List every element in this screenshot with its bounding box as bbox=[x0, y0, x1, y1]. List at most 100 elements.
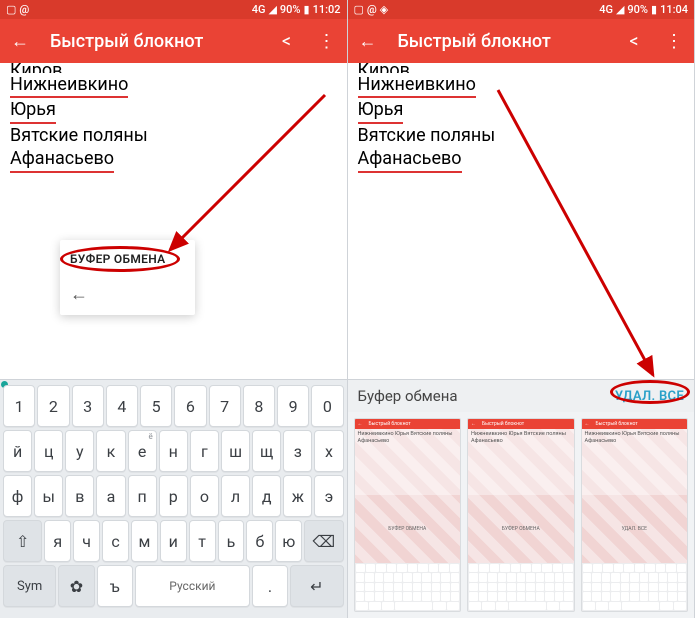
editor-area[interactable]: Киров Нижнеивкино Юрья Вятские поляны Аф… bbox=[0, 63, 347, 379]
screen-right: ▢ @ ◈ 4G ◢ 90% ▮ 11:04 ← Быстрый блокнот… bbox=[348, 0, 695, 618]
key-space[interactable]: Русский bbox=[135, 565, 250, 607]
signal-icon: ◢ bbox=[616, 3, 624, 16]
key-letter[interactable]: а bbox=[96, 475, 125, 517]
app-bar: ← Быстрый блокнот < ⋮ bbox=[0, 19, 347, 63]
notif-icon: @ bbox=[19, 3, 29, 16]
clipboard-popup: БУФЕР ОБМЕНА ← bbox=[60, 240, 195, 315]
key-letter[interactable]: г bbox=[190, 430, 219, 472]
battery-icon: ▮ bbox=[651, 3, 657, 16]
key-sym[interactable]: Sym bbox=[3, 565, 56, 607]
app-bar: ← Быстрый блокнот < ⋮ bbox=[348, 19, 695, 63]
key-letter[interactable]: ж bbox=[283, 475, 312, 517]
key-6[interactable]: 6 bbox=[174, 385, 206, 427]
key-letter[interactable]: о bbox=[190, 475, 219, 517]
extra-notif-icon: ◈ bbox=[380, 3, 388, 16]
key-letter[interactable]: л bbox=[221, 475, 250, 517]
clipboard-grid: ←Быстрый блокнот Нижнеивкино Юрья Вятски… bbox=[348, 412, 695, 618]
key-letter[interactable]: ф bbox=[3, 475, 32, 517]
key-letter[interactable]: с bbox=[102, 520, 129, 562]
kbd-row-1: й ц у к её н г ш щ з х bbox=[3, 430, 344, 472]
key-letter[interactable]: к bbox=[96, 430, 125, 472]
notif-icon: @ bbox=[367, 3, 377, 16]
key-1[interactable]: 1 bbox=[3, 385, 35, 427]
clipboard-title: Буфер обмена bbox=[358, 387, 458, 405]
key-letter[interactable]: её bbox=[128, 430, 157, 472]
delete-all-button[interactable]: УДАЛ. ВСЕ bbox=[615, 389, 684, 404]
note-line: Нижнеивкино bbox=[10, 73, 128, 98]
kbd-row-2: ф ы в а п р о л д ж э bbox=[3, 475, 344, 517]
key-5[interactable]: 5 bbox=[140, 385, 172, 427]
clipboard-header: Буфер обмена УДАЛ. ВСЕ bbox=[348, 380, 695, 412]
note-line: Нижнеивкино bbox=[358, 73, 476, 98]
key-letter[interactable]: д bbox=[252, 475, 281, 517]
battery-pct: 90% bbox=[627, 3, 648, 16]
key-backspace[interactable]: ⌫ bbox=[304, 520, 343, 562]
key-7[interactable]: 7 bbox=[209, 385, 241, 427]
key-letter[interactable]: щ bbox=[252, 430, 281, 472]
key-enter[interactable]: ↵ bbox=[290, 565, 343, 607]
key-letter[interactable]: ь bbox=[218, 520, 245, 562]
screenshot-icon: ▢ bbox=[6, 3, 16, 16]
kbd-row-4: Sym ✿ ъ Русский . ↵ bbox=[3, 565, 344, 607]
key-0[interactable]: 0 bbox=[311, 385, 343, 427]
key-letter[interactable]: н bbox=[159, 430, 188, 472]
key-letter[interactable]: ы bbox=[34, 475, 63, 517]
network-type: 4G bbox=[252, 3, 266, 16]
battery-pct: 90% bbox=[280, 3, 301, 16]
popup-back-icon[interactable]: ← bbox=[60, 278, 195, 315]
key-letter[interactable]: п bbox=[128, 475, 157, 517]
key-2[interactable]: 2 bbox=[37, 385, 69, 427]
back-icon[interactable]: ← bbox=[10, 31, 30, 52]
key-letter[interactable]: и bbox=[160, 520, 187, 562]
keyboard: 1 2 3 4 5 6 7 8 9 0 й ц у к её н г ш щ з… bbox=[0, 379, 347, 618]
clipboard-thumb[interactable]: ←Быстрый блокнот Нижнеивкино Юрья Вятски… bbox=[354, 418, 462, 612]
overflow-icon[interactable]: ⋮ bbox=[664, 31, 684, 52]
screen-left: ▢ @ 4G ◢ 90% ▮ 11:02 ← Быстрый блокнот <… bbox=[0, 0, 348, 618]
back-icon[interactable]: ← bbox=[358, 31, 378, 52]
status-bar: ▢ @ ◈ 4G ◢ 90% ▮ 11:04 bbox=[348, 0, 695, 19]
clock: 11:02 bbox=[313, 3, 341, 16]
key-letter[interactable]: э bbox=[314, 475, 343, 517]
screenshot-icon: ▢ bbox=[354, 3, 364, 16]
key-letter[interactable]: ш bbox=[221, 430, 250, 472]
note-line: Киров bbox=[358, 60, 410, 73]
key-8[interactable]: 8 bbox=[243, 385, 275, 427]
key-letter[interactable]: й bbox=[3, 430, 32, 472]
share-icon[interactable]: < bbox=[624, 31, 644, 52]
note-line: Киров bbox=[10, 60, 62, 73]
key-letter[interactable]: б bbox=[246, 520, 273, 562]
key-dot[interactable]: . bbox=[252, 565, 288, 607]
key-letter[interactable]: ю bbox=[275, 520, 302, 562]
kbd-row-3: ⇧ я ч с м и т ь б ю ⌫ bbox=[3, 520, 344, 562]
share-icon[interactable]: < bbox=[277, 31, 297, 52]
key-letter[interactable]: ъ bbox=[97, 565, 133, 607]
key-4[interactable]: 4 bbox=[106, 385, 138, 427]
key-letter[interactable]: т bbox=[189, 520, 216, 562]
signal-icon: ◢ bbox=[268, 3, 276, 16]
key-letter[interactable]: я bbox=[44, 520, 71, 562]
key-3[interactable]: 3 bbox=[72, 385, 104, 427]
clipboard-popup-label[interactable]: БУФЕР ОБМЕНА bbox=[60, 240, 195, 278]
key-letter[interactable]: м bbox=[131, 520, 158, 562]
key-letter[interactable]: з bbox=[283, 430, 312, 472]
key-letter[interactable]: р bbox=[159, 475, 188, 517]
key-letter[interactable]: ч bbox=[73, 520, 100, 562]
key-shift[interactable]: ⇧ bbox=[3, 520, 42, 562]
key-letter[interactable]: в bbox=[65, 475, 94, 517]
status-bar: ▢ @ 4G ◢ 90% ▮ 11:02 bbox=[0, 0, 347, 19]
clock: 11:04 bbox=[660, 3, 688, 16]
battery-icon: ▮ bbox=[304, 3, 310, 16]
overflow-icon[interactable]: ⋮ bbox=[317, 31, 337, 52]
kbd-row-nums: 1 2 3 4 5 6 7 8 9 0 bbox=[3, 385, 344, 427]
key-letter[interactable]: ц bbox=[34, 430, 63, 472]
key-settings[interactable]: ✿ bbox=[58, 565, 94, 607]
clipboard-thumb[interactable]: ←Быстрый блокнот Нижнеивкино Юрья Вятски… bbox=[467, 418, 575, 612]
editor-area[interactable]: Киров Нижнеивкино Юрья Вятские поляны Аф… bbox=[348, 63, 695, 379]
app-title: Быстрый блокнот bbox=[398, 31, 605, 52]
note-line: Вятские поляны bbox=[10, 125, 148, 146]
key-9[interactable]: 9 bbox=[277, 385, 309, 427]
clipboard-panel: Буфер обмена УДАЛ. ВСЕ ←Быстрый блокнот … bbox=[348, 379, 695, 618]
clipboard-thumb[interactable]: ←Быстрый блокнот Нижнеивкино Юрья Вятски… bbox=[581, 418, 689, 612]
key-letter[interactable]: у bbox=[65, 430, 94, 472]
key-letter[interactable]: х bbox=[314, 430, 343, 472]
